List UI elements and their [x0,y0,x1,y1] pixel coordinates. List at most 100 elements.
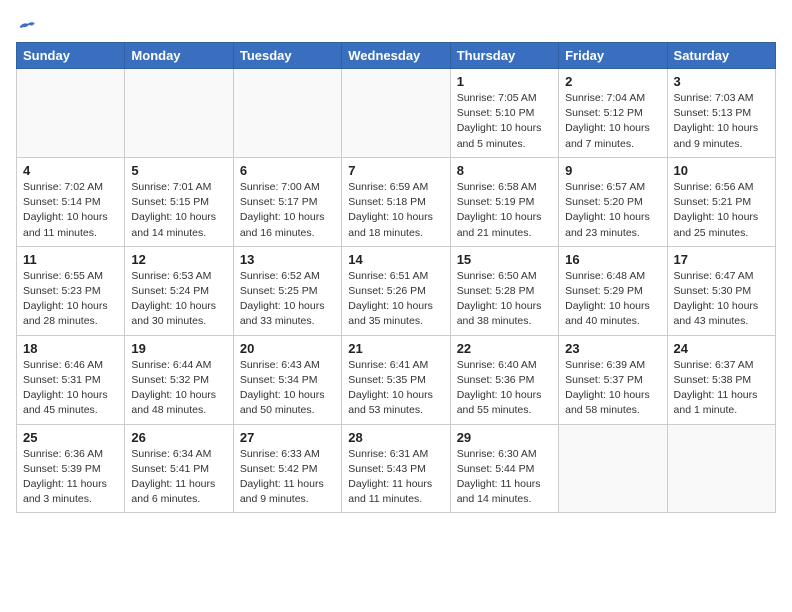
weekday-header-monday: Monday [125,43,233,69]
table-row: 21 Sunrise: 6:41 AM Sunset: 5:35 PM Dayli… [342,335,450,424]
weekday-header-friday: Friday [559,43,667,69]
table-row: 18Sunrise: 6:46 AM Sunset: 5:31 PM Dayli… [17,335,125,424]
logo [16,20,36,34]
day-info: Sunrise: 6:33 AM Sunset: 5:42 PM Dayligh… [240,447,335,508]
day-info: Sunrise: 6:52 AM Sunset: 5:25 PM Dayligh… [240,269,335,330]
table-row: 10 Sunrise: 6:56 AM Sunset: 5:21 PM Dayli… [667,157,775,246]
day-info: Sunrise: 6:58 AM Sunset: 5:19 PM Dayligh… [457,180,552,241]
day-number: 15 [457,252,552,267]
table-row: 22 Sunrise: 6:40 AM Sunset: 5:36 PM Dayli… [450,335,558,424]
day-info: Sunrise: 6:51 AM Sunset: 5:26 PM Dayligh… [348,269,443,330]
day-number: 29 [457,430,552,445]
day-number: 13 [240,252,335,267]
day-number: 6 [240,163,335,178]
table-row: 1 Sunrise: 7:05 AM Sunset: 5:10 PM Daylig… [450,69,558,158]
day-info: Sunrise: 6:37 AM Sunset: 5:38 PM Dayligh… [674,358,769,419]
table-row: 29 Sunrise: 6:30 AM Sunset: 5:44 PM Dayli… [450,424,558,513]
table-row: 13 Sunrise: 6:52 AM Sunset: 5:25 PM Dayli… [233,246,341,335]
day-number: 10 [674,163,769,178]
table-row: 20 Sunrise: 6:43 AM Sunset: 5:34 PM Dayli… [233,335,341,424]
table-row [17,69,125,158]
table-row: 19 Sunrise: 6:44 AM Sunset: 5:32 PM Dayli… [125,335,233,424]
weekday-header-sunday: Sunday [17,43,125,69]
day-number: 1 [457,74,552,89]
logo-bird-icon [18,20,36,34]
day-number: 3 [674,74,769,89]
table-row: 9 Sunrise: 6:57 AM Sunset: 5:20 PM Daylig… [559,157,667,246]
weekday-header-thursday: Thursday [450,43,558,69]
day-number: 28 [348,430,443,445]
weekday-header-wednesday: Wednesday [342,43,450,69]
table-row [342,69,450,158]
table-row: 17Sunrise: 6:47 AM Sunset: 5:30 PM Dayli… [667,246,775,335]
table-row: 28Sunrise: 6:31 AM Sunset: 5:43 PM Dayli… [342,424,450,513]
day-info: Sunrise: 7:03 AM Sunset: 5:13 PM Dayligh… [674,91,769,152]
day-info: Sunrise: 6:53 AM Sunset: 5:24 PM Dayligh… [131,269,226,330]
day-info: Sunrise: 6:40 AM Sunset: 5:36 PM Dayligh… [457,358,552,419]
weekday-header-saturday: Saturday [667,43,775,69]
day-info: Sunrise: 6:43 AM Sunset: 5:34 PM Dayligh… [240,358,335,419]
day-number: 16 [565,252,660,267]
day-number: 8 [457,163,552,178]
day-number: 5 [131,163,226,178]
table-row: 12 Sunrise: 6:53 AM Sunset: 5:24 PM Dayli… [125,246,233,335]
calendar-week-3: 11Sunrise: 6:55 AM Sunset: 5:23 PM Dayli… [17,246,776,335]
table-row: 27 Sunrise: 6:33 AM Sunset: 5:42 PM Dayli… [233,424,341,513]
day-info: Sunrise: 6:36 AM Sunset: 5:39 PM Dayligh… [23,447,118,508]
table-row: 5Sunrise: 7:01 AM Sunset: 5:15 PM Daylig… [125,157,233,246]
day-number: 21 [348,341,443,356]
calendar-week-2: 4 Sunrise: 7:02 AM Sunset: 5:14 PM Daylig… [17,157,776,246]
day-number: 27 [240,430,335,445]
day-number: 14 [348,252,443,267]
table-row: 6 Sunrise: 7:00 AM Sunset: 5:17 PM Daylig… [233,157,341,246]
day-number: 4 [23,163,118,178]
calendar-header-row: SundayMondayTuesdayWednesdayThursdayFrid… [17,43,776,69]
day-info: Sunrise: 6:44 AM Sunset: 5:32 PM Dayligh… [131,358,226,419]
day-number: 12 [131,252,226,267]
day-number: 7 [348,163,443,178]
day-info: Sunrise: 7:00 AM Sunset: 5:17 PM Dayligh… [240,180,335,241]
table-row: 11Sunrise: 6:55 AM Sunset: 5:23 PM Dayli… [17,246,125,335]
table-row: 24 Sunrise: 6:37 AM Sunset: 5:38 PM Dayli… [667,335,775,424]
day-info: Sunrise: 7:05 AM Sunset: 5:10 PM Dayligh… [457,91,552,152]
table-row: 7 Sunrise: 6:59 AM Sunset: 5:18 PM Daylig… [342,157,450,246]
day-info: Sunrise: 6:57 AM Sunset: 5:20 PM Dayligh… [565,180,660,241]
table-row [233,69,341,158]
calendar-table: SundayMondayTuesdayWednesdayThursdayFrid… [16,42,776,513]
day-number: 23 [565,341,660,356]
day-info: Sunrise: 6:59 AM Sunset: 5:18 PM Dayligh… [348,180,443,241]
table-row: 25Sunrise: 6:36 AM Sunset: 5:39 PM Dayli… [17,424,125,513]
day-info: Sunrise: 6:41 AM Sunset: 5:35 PM Dayligh… [348,358,443,419]
day-number: 26 [131,430,226,445]
day-number: 22 [457,341,552,356]
day-info: Sunrise: 6:30 AM Sunset: 5:44 PM Dayligh… [457,447,552,508]
table-row: 8 Sunrise: 6:58 AM Sunset: 5:19 PM Daylig… [450,157,558,246]
header [16,16,776,34]
weekday-header-tuesday: Tuesday [233,43,341,69]
day-number: 9 [565,163,660,178]
table-row: 3 Sunrise: 7:03 AM Sunset: 5:13 PM Daylig… [667,69,775,158]
day-info: Sunrise: 6:56 AM Sunset: 5:21 PM Dayligh… [674,180,769,241]
table-row [667,424,775,513]
table-row [125,69,233,158]
day-info: Sunrise: 6:50 AM Sunset: 5:28 PM Dayligh… [457,269,552,330]
day-info: Sunrise: 6:47 AM Sunset: 5:30 PM Dayligh… [674,269,769,330]
table-row [559,424,667,513]
day-info: Sunrise: 7:02 AM Sunset: 5:14 PM Dayligh… [23,180,118,241]
day-info: Sunrise: 6:34 AM Sunset: 5:41 PM Dayligh… [131,447,226,508]
day-number: 24 [674,341,769,356]
day-number: 11 [23,252,118,267]
calendar-week-1: 1 Sunrise: 7:05 AM Sunset: 5:10 PM Daylig… [17,69,776,158]
day-number: 18 [23,341,118,356]
day-number: 20 [240,341,335,356]
table-row: 23 Sunrise: 6:39 AM Sunset: 5:37 PM Dayli… [559,335,667,424]
day-number: 19 [131,341,226,356]
day-info: Sunrise: 6:39 AM Sunset: 5:37 PM Dayligh… [565,358,660,419]
table-row: 14 Sunrise: 6:51 AM Sunset: 5:26 PM Dayli… [342,246,450,335]
table-row: 4 Sunrise: 7:02 AM Sunset: 5:14 PM Daylig… [17,157,125,246]
table-row: 16Sunrise: 6:48 AM Sunset: 5:29 PM Dayli… [559,246,667,335]
calendar-week-4: 18Sunrise: 6:46 AM Sunset: 5:31 PM Dayli… [17,335,776,424]
table-row: 26 Sunrise: 6:34 AM Sunset: 5:41 PM Dayli… [125,424,233,513]
calendar-week-5: 25Sunrise: 6:36 AM Sunset: 5:39 PM Dayli… [17,424,776,513]
table-row: 2Sunrise: 7:04 AM Sunset: 5:12 PM Daylig… [559,69,667,158]
